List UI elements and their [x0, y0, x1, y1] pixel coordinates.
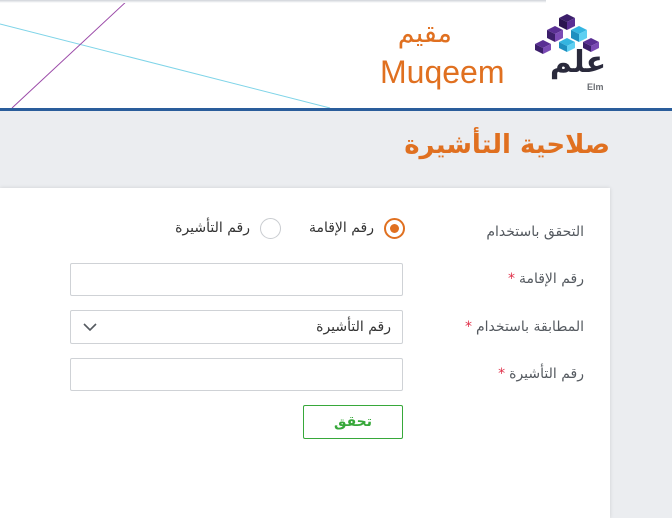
visa-number-label: رقم التأشيرة* [498, 366, 584, 382]
visa-number-label-text: رقم التأشيرة [509, 366, 584, 382]
verify-by-label: التحقق باستخدام [486, 224, 584, 240]
iqama-number-input[interactable] [70, 263, 403, 296]
match-using-select[interactable]: رقم التأشيرة [70, 310, 403, 344]
match-using-label: المطابقة باستخدام* [465, 319, 584, 335]
header-divider [0, 108, 672, 111]
elm-caption: Elm [587, 82, 604, 92]
elm-arabic-logo-text: علم [549, 45, 607, 80]
radio-iqama-label: رقم الإقامة [308, 220, 374, 236]
iqama-number-label: رقم الإقامة* [508, 271, 584, 287]
verify-by-label-text: التحقق باستخدام [486, 224, 584, 240]
required-mark: * [507, 271, 515, 287]
header: مقيم Muqeem علم Elm [0, 0, 672, 108]
required-mark: * [498, 366, 506, 382]
visa-number-input[interactable] [70, 358, 403, 391]
radio-iqama-option[interactable]: رقم الإقامة [309, 216, 405, 240]
muqeem-english-logo-text: Muqeem [380, 54, 505, 90]
match-using-selected-value: رقم التأشيرة [316, 319, 391, 335]
radio-visa-icon[interactable] [260, 217, 281, 239]
muqeem-arabic-logo-text: مقيم [397, 18, 452, 49]
iqama-number-label-text: رقم الإقامة [518, 271, 584, 287]
radio-iqama-icon[interactable] [384, 217, 405, 239]
top-shadow [0, 0, 546, 3]
match-using-label-text: المطابقة باستخدام [476, 319, 584, 335]
chevron-down-icon [83, 323, 97, 332]
required-mark: * [465, 319, 472, 335]
radio-visa-label: رقم التأشيرة [175, 220, 250, 236]
radio-visa-option[interactable]: رقم التأشيرة [175, 216, 281, 240]
verify-button[interactable]: تحقق [303, 405, 403, 439]
decorative-lines [0, 0, 331, 108]
page-title: صلاحية التأشيرة [404, 130, 610, 160]
